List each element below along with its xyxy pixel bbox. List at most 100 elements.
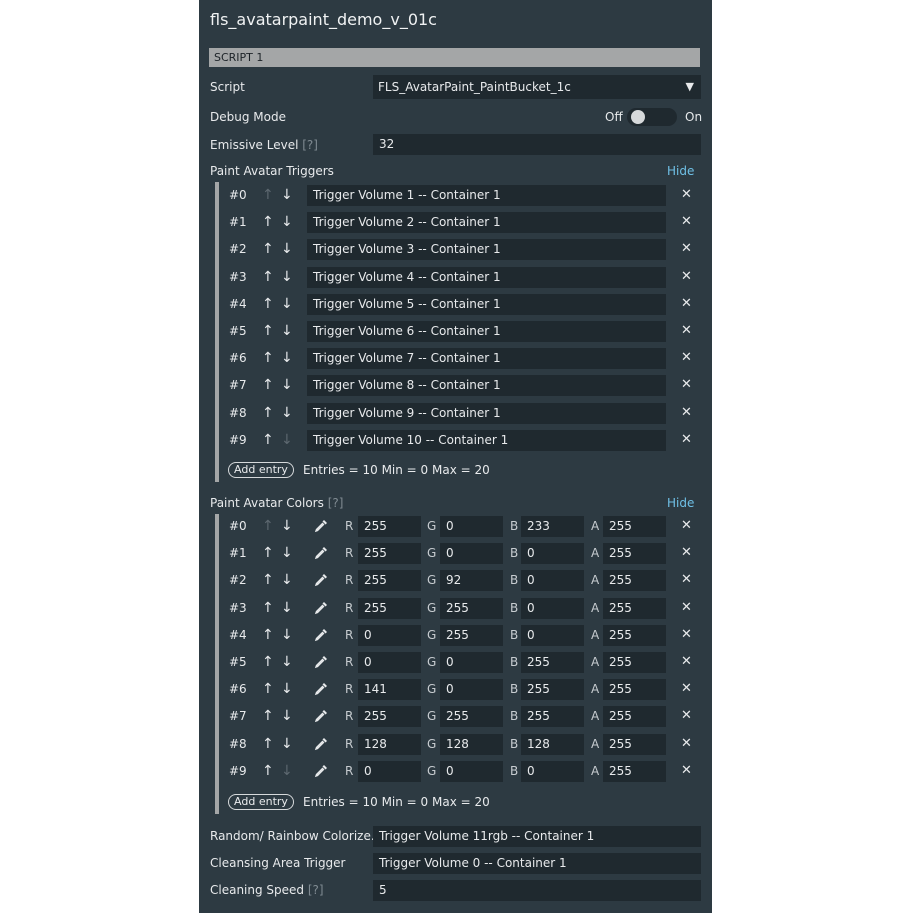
cleaning-speed-input[interactable]: 5	[373, 880, 701, 901]
close-icon[interactable]: ✕	[681, 432, 692, 448]
arrow-up-icon[interactable]: ↑	[262, 763, 274, 779]
channel-r-input[interactable]: 0	[358, 624, 421, 646]
arrow-down-icon[interactable]: ↓	[281, 296, 293, 312]
channel-r-input[interactable]: 255	[358, 570, 421, 592]
eyedropper-icon[interactable]	[313, 627, 329, 647]
close-icon[interactable]: ✕	[681, 545, 692, 561]
arrow-down-icon[interactable]: ↓	[281, 627, 293, 643]
close-icon[interactable]: ✕	[681, 214, 692, 230]
channel-b-input[interactable]: 233	[521, 516, 584, 537]
channel-a-input[interactable]: 255	[603, 597, 666, 619]
channel-g-input[interactable]: 128	[440, 733, 503, 755]
rainbow-colorize-field[interactable]: Trigger Volume 11rgb -- Container 1	[373, 826, 701, 847]
arrow-up-icon[interactable]: ↑	[262, 627, 274, 643]
channel-r-input[interactable]: 141	[358, 679, 421, 701]
channel-a-input[interactable]: 255	[603, 516, 666, 537]
close-icon[interactable]: ✕	[681, 241, 692, 257]
channel-a-input[interactable]: 255	[603, 733, 666, 755]
arrow-up-icon[interactable]: ↑	[262, 736, 274, 752]
close-icon[interactable]: ✕	[681, 296, 692, 312]
arrow-up-icon[interactable]: ↑	[262, 323, 274, 339]
close-icon[interactable]: ✕	[681, 627, 692, 643]
close-icon[interactable]: ✕	[681, 405, 692, 421]
channel-g-input[interactable]: 92	[440, 570, 503, 592]
script-section-header[interactable]: SCRIPT 1	[209, 48, 700, 67]
channel-r-input[interactable]: 0	[358, 652, 421, 673]
channel-r-input[interactable]: 255	[358, 516, 421, 537]
channel-r-input[interactable]: 255	[358, 597, 421, 619]
arrow-up-icon[interactable]: ↑	[262, 241, 274, 257]
close-icon[interactable]: ✕	[681, 600, 692, 616]
arrow-down-icon[interactable]: ↓	[281, 377, 293, 393]
channel-b-input[interactable]: 255	[521, 652, 584, 673]
close-icon[interactable]: ✕	[681, 681, 692, 697]
cleansing-trigger-field[interactable]: Trigger Volume 0 -- Container 1	[373, 853, 701, 874]
channel-b-input[interactable]: 255	[521, 706, 584, 728]
trigger-volume-field[interactable]: Trigger Volume 4 -- Container 1	[307, 266, 666, 288]
trigger-volume-field[interactable]: Trigger Volume 3 -- Container 1	[307, 239, 666, 261]
arrow-up-icon[interactable]: ↑	[262, 432, 274, 448]
close-icon[interactable]: ✕	[681, 187, 692, 203]
trigger-volume-field[interactable]: Trigger Volume 6 -- Container 1	[307, 321, 666, 342]
arrow-down-icon[interactable]: ↓	[281, 323, 293, 339]
close-icon[interactable]: ✕	[681, 736, 692, 752]
eyedropper-icon[interactable]	[313, 736, 329, 756]
channel-g-input[interactable]: 255	[440, 624, 503, 646]
eyedropper-icon[interactable]	[313, 654, 329, 674]
arrow-up-icon[interactable]: ↑	[262, 296, 274, 312]
channel-g-input[interactable]: 255	[440, 706, 503, 728]
close-icon[interactable]: ✕	[681, 269, 692, 285]
channel-a-input[interactable]: 255	[603, 624, 666, 646]
colors-hide-link[interactable]: Hide	[667, 495, 694, 511]
trigger-volume-field[interactable]: Trigger Volume 10 -- Container 1	[307, 429, 666, 451]
arrow-down-icon[interactable]: ↓	[281, 545, 293, 561]
channel-g-input[interactable]: 0	[440, 760, 503, 782]
channel-r-input[interactable]: 255	[358, 706, 421, 728]
arrow-down-icon[interactable]: ↓	[281, 654, 293, 670]
help-icon[interactable]: [?]	[302, 138, 318, 152]
eyedropper-icon[interactable]	[313, 518, 329, 538]
channel-g-input[interactable]: 255	[440, 597, 503, 619]
arrow-up-icon[interactable]: ↑	[262, 405, 274, 421]
arrow-down-icon[interactable]: ↓	[281, 681, 293, 697]
emissive-level-input[interactable]: 32	[373, 134, 701, 155]
close-icon[interactable]: ✕	[681, 763, 692, 779]
arrow-down-icon[interactable]: ↓	[281, 600, 293, 616]
arrow-down-icon[interactable]: ↓	[281, 269, 293, 285]
trigger-volume-field[interactable]: Trigger Volume 5 -- Container 1	[307, 293, 666, 315]
debug-mode-toggle[interactable]	[627, 108, 677, 126]
channel-b-input[interactable]: 0	[521, 760, 584, 782]
arrow-up-icon[interactable]: ↑	[262, 681, 274, 697]
channel-g-input[interactable]: 0	[440, 516, 503, 537]
channel-r-input[interactable]: 128	[358, 733, 421, 755]
eyedropper-icon[interactable]	[313, 763, 329, 783]
arrow-down-icon[interactable]: ↓	[281, 241, 293, 257]
channel-b-input[interactable]: 255	[521, 679, 584, 701]
arrow-down-icon[interactable]: ↓	[281, 736, 293, 752]
arrow-down-icon[interactable]: ↓	[281, 350, 293, 366]
channel-r-input[interactable]: 0	[358, 760, 421, 782]
trigger-volume-field[interactable]: Trigger Volume 1 -- Container 1	[307, 185, 666, 206]
arrow-down-icon[interactable]: ↓	[281, 187, 293, 203]
close-icon[interactable]: ✕	[681, 572, 692, 588]
arrow-up-icon[interactable]: ↑	[262, 545, 274, 561]
close-icon[interactable]: ✕	[681, 518, 692, 534]
trigger-volume-field[interactable]: Trigger Volume 9 -- Container 1	[307, 402, 666, 424]
channel-b-input[interactable]: 0	[521, 570, 584, 592]
arrow-up-icon[interactable]: ↑	[262, 377, 274, 393]
arrow-up-icon[interactable]: ↑	[262, 600, 274, 616]
channel-a-input[interactable]: 255	[603, 652, 666, 673]
close-icon[interactable]: ✕	[681, 377, 692, 393]
arrow-up-icon[interactable]: ↑	[262, 572, 274, 588]
script-dropdown[interactable]: FLS_AvatarPaint_PaintBucket_1c ▼	[373, 75, 701, 99]
eyedropper-icon[interactable]	[313, 600, 329, 620]
trigger-volume-field[interactable]: Trigger Volume 2 -- Container 1	[307, 212, 666, 234]
arrow-down-icon[interactable]: ↓	[281, 518, 293, 534]
eyedropper-icon[interactable]	[313, 545, 329, 565]
trigger-volume-field[interactable]: Trigger Volume 7 -- Container 1	[307, 348, 666, 370]
arrow-down-icon[interactable]: ↓	[281, 572, 293, 588]
arrow-down-icon[interactable]: ↓	[281, 405, 293, 421]
eyedropper-icon[interactable]	[313, 708, 329, 728]
help-icon[interactable]: [?]	[308, 883, 324, 897]
arrow-down-icon[interactable]: ↓	[281, 708, 293, 724]
